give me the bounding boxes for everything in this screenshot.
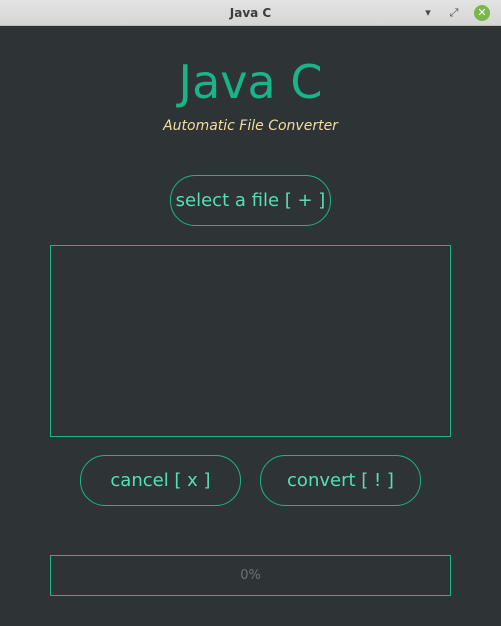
minimize-icon[interactable]: ▾ bbox=[420, 5, 436, 21]
convert-button[interactable]: convert [ ! ] bbox=[260, 455, 421, 506]
maximize-icon[interactable]: ⤢ bbox=[446, 5, 462, 21]
select-file-button[interactable]: select a file [ + ] bbox=[170, 175, 331, 226]
app-subtitle: Automatic File Converter bbox=[163, 118, 338, 134]
cancel-button[interactable]: cancel [ x ] bbox=[80, 455, 241, 506]
app-title: Java C bbox=[178, 55, 323, 109]
file-list-area[interactable] bbox=[50, 245, 451, 437]
progress-bar: 0% bbox=[50, 555, 451, 596]
progress-label: 0% bbox=[240, 568, 261, 583]
window-titlebar[interactable]: Java C ▾ ⤢ ✕ bbox=[0, 0, 501, 26]
app-window: Java C ▾ ⤢ ✕ Java C Automatic File Conve… bbox=[0, 0, 501, 626]
close-icon[interactable]: ✕ bbox=[474, 5, 490, 21]
